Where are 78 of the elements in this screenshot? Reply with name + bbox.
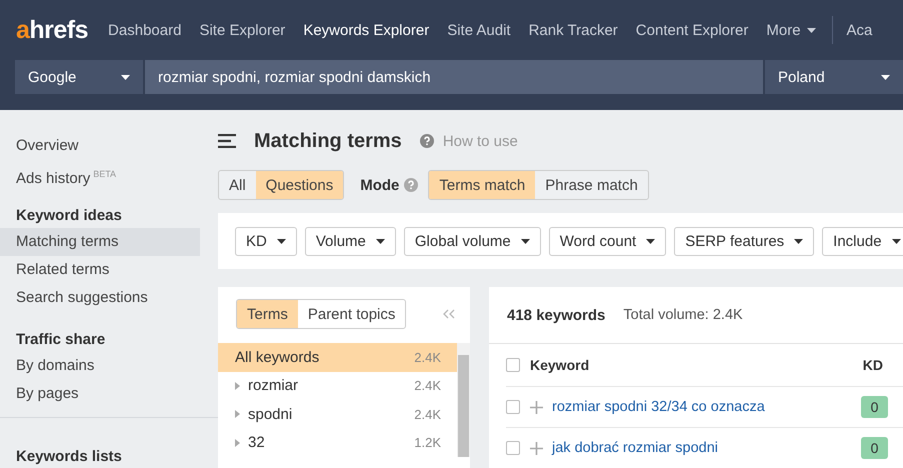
term-row[interactable]: rozmiar 2.4K [218, 372, 457, 400]
term-label: rozmiar [248, 377, 298, 394]
caret-icon [276, 238, 286, 244]
help-icon[interactable] [420, 134, 434, 148]
column-header: KD [862, 357, 883, 373]
search-engine-dropdown[interactable]: Google [15, 60, 143, 94]
nav-link[interactable]: Rank Tracker [528, 22, 618, 38]
term-volume: 2.4K [414, 378, 441, 394]
nav-link[interactable]: Site Explorer [199, 22, 286, 38]
row-checkbox[interactable] [506, 400, 520, 414]
page-title: Matching terms [254, 130, 402, 152]
caret-icon [646, 238, 656, 244]
term-label: spodni [248, 406, 292, 423]
terms-tab[interactable]: Parent topics [298, 300, 406, 328]
filter-dropdown[interactable]: Volume [304, 226, 396, 256]
caret-icon [121, 74, 130, 80]
sidebar-item[interactable]: By pages [0, 380, 200, 408]
plus-icon[interactable] [530, 400, 543, 414]
filter-dropdown[interactable]: KD [235, 226, 297, 256]
logo[interactable]: ahrefs [16, 16, 88, 44]
term-label: All keywords [235, 348, 320, 366]
sidebar-heading: Traffic share [15, 330, 106, 350]
expand-icon[interactable] [235, 410, 240, 418]
sidebar-item[interactable]: Search suggestions [0, 284, 200, 312]
column-header: Keyword [530, 357, 590, 373]
filter-dropdown[interactable]: Word count [548, 226, 666, 256]
nav-link[interactable]: Dashboard [108, 22, 182, 38]
term-volume: 2.4K [414, 406, 441, 422]
keyword-link[interactable]: jak dobrać rozmiar spodni [552, 440, 718, 456]
caret-icon [881, 74, 890, 80]
keyword-input[interactable]: rozmiar spodni, rozmiar spodni damskich [145, 60, 763, 94]
caret-icon [794, 238, 804, 244]
keyword-link[interactable]: rozmiar spodni 32/34 co oznacza [552, 399, 765, 415]
menu-icon[interactable] [218, 134, 236, 148]
caret-icon [376, 238, 385, 244]
nav-link[interactable]: Aca [846, 22, 872, 38]
filter-tab[interactable]: Questions [256, 171, 344, 199]
sidebar-item[interactable]: Overview [0, 132, 200, 160]
sidebar-item[interactable]: By domains [0, 352, 200, 380]
keyword-count: 418 keywords [507, 306, 606, 324]
term-row[interactable]: spodni 2.4K [218, 400, 457, 428]
term-row[interactable]: 32 1.2K [218, 428, 457, 457]
kd-badge: 0 [861, 396, 888, 418]
caret-icon [892, 238, 901, 244]
country-dropdown[interactable]: Poland [765, 60, 903, 94]
mode-label: Mode [360, 176, 400, 194]
sidebar-item[interactable]: Matching terms [0, 228, 200, 256]
mode-tab[interactable]: Phrase match [535, 171, 648, 199]
filter-dropdown[interactable]: Include [822, 226, 903, 256]
filter-dropdown[interactable]: SERP features [674, 226, 814, 256]
filter-dropdown[interactable]: Global volume [404, 226, 541, 256]
terms-tab[interactable]: Terms [237, 300, 298, 328]
term-volume: 1.2K [414, 435, 441, 450]
mode-tab[interactable]: Terms match [429, 171, 536, 199]
term-row[interactable]: All keywords 2.4K [218, 343, 457, 372]
help-icon[interactable] [404, 178, 418, 192]
caret-icon [520, 238, 530, 244]
row-checkbox[interactable] [506, 441, 520, 455]
nav-link[interactable]: Keywords Explorer [303, 22, 430, 38]
kd-badge: 0 [861, 437, 888, 459]
filter-tab[interactable]: All [219, 171, 256, 199]
collapse-icon[interactable] [443, 309, 455, 319]
expand-icon[interactable] [235, 438, 240, 447]
sidebar-heading: Keyword ideas [15, 206, 123, 226]
expand-icon[interactable] [235, 382, 240, 390]
select-all-checkbox[interactable] [506, 358, 520, 372]
nav-link[interactable]: Site Audit [447, 22, 511, 38]
caret-icon [806, 28, 816, 32]
nav-link[interactable]: Content Explorer [636, 22, 748, 38]
nav-link[interactable]: More [766, 22, 816, 38]
sidebar-item[interactable]: Ads history $^{BETA}$ [0, 160, 200, 188]
total-volume: Total volume: 2.4K [623, 307, 743, 323]
scrollbar[interactable] [457, 343, 470, 457]
term-label: 32 [248, 434, 265, 452]
sidebar-heading: Keywords lists [15, 447, 123, 467]
sidebar-item[interactable]: Related terms [0, 256, 200, 284]
term-volume: 2.4K [414, 350, 441, 365]
plus-icon[interactable] [530, 442, 543, 454]
